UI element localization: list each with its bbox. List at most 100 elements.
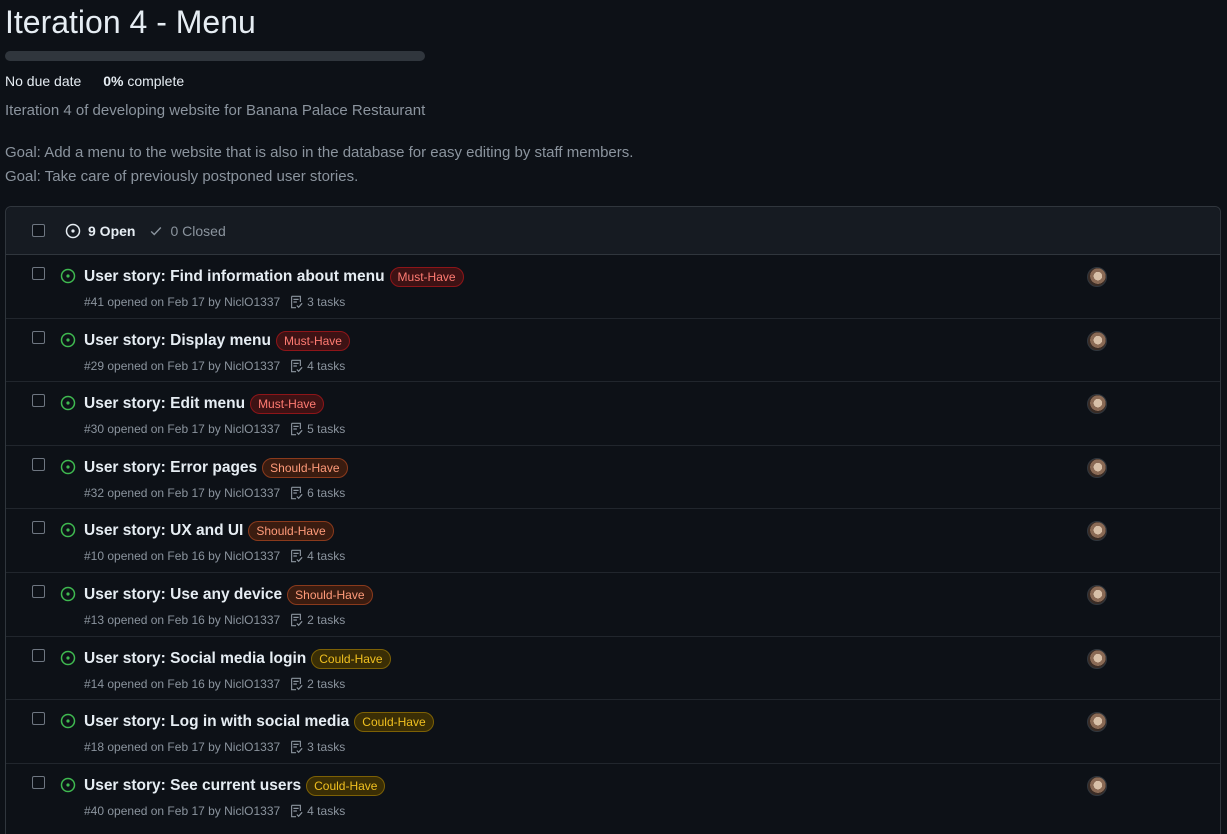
issue-checkbox[interactable] — [32, 457, 45, 471]
issue-label[interactable]: Should-Have — [248, 521, 334, 542]
issue-title-link[interactable]: User story: Error pages — [84, 458, 257, 478]
tasklist-icon — [291, 740, 303, 754]
issue-title-link[interactable]: User story: Social media login — [84, 649, 306, 669]
issue-label[interactable]: Could-Have — [354, 712, 434, 733]
issue-label[interactable]: Could-Have — [311, 648, 391, 669]
due-date: No due date — [5, 73, 82, 89]
select-all-checkbox[interactable] — [32, 224, 45, 237]
assignee-avatar[interactable] — [1087, 521, 1107, 542]
issue-number: #32 — [84, 485, 105, 500]
tasklist-icon — [291, 359, 303, 372]
issue-opened-info: opened on Feb 17 by NiclO1337 — [107, 422, 281, 437]
issue-tasks: 4 tasks — [289, 803, 345, 819]
issue-title-link[interactable]: User story: Edit menu — [84, 394, 245, 414]
issue-task-count: 5 tasks — [307, 422, 346, 437]
issue-checkbox[interactable] — [32, 521, 45, 535]
issue-tasks: 4 tasks — [289, 358, 345, 374]
tasklist-icon — [291, 422, 303, 436]
tasklist-icon — [291, 550, 303, 563]
issue-open-icon — [60, 332, 76, 347]
goal-line: Goal: Take care of previously postponed … — [5, 168, 359, 185]
issue-opened-info: opened on Feb 17 by NiclO1337 — [107, 485, 281, 500]
issue-meta: #41 opened on Feb 17 by NiclO1337 3 task… — [84, 294, 345, 310]
issue-meta: #14 opened on Feb 16 by NiclO1337 2 task… — [84, 676, 345, 692]
issue-meta: #40 opened on Feb 17 by NiclO1337 4 task… — [84, 803, 345, 819]
issue-number: #30 — [84, 422, 105, 437]
percent-complete: 0% — [103, 73, 124, 89]
issue-open-icon — [60, 459, 76, 475]
issue-opened-info: opened on Feb 16 by NiclO1337 — [107, 676, 281, 691]
issue-row: User story: Display menu Must-Have #29 o… — [6, 319, 1220, 383]
issue-open-icon — [60, 650, 76, 665]
issue-number: #14 — [84, 676, 105, 691]
issue-rows: User story: Find information about menu … — [6, 255, 1220, 827]
issue-label[interactable]: Must-Have — [250, 394, 325, 415]
issue-task-count: 2 tasks — [307, 676, 346, 691]
milestone-meta: No due date 0% complete — [5, 72, 184, 90]
tasklist-icon — [291, 295, 303, 309]
assignee-avatar[interactable] — [1087, 394, 1107, 415]
page-title: Iteration 4 - Menu — [5, 4, 256, 40]
issue-opened-info: opened on Feb 17 by NiclO1337 — [107, 358, 281, 373]
issue-opened-info: opened on Feb 17 by NiclO1337 — [107, 803, 281, 818]
assignee-avatar[interactable] — [1087, 712, 1107, 733]
issue-task-count: 3 tasks — [307, 740, 346, 755]
open-count: 9 Open — [88, 222, 136, 239]
issue-list: 9 Open 0 Closed User story: Find informa… — [5, 206, 1221, 834]
issue-checkbox[interactable] — [32, 330, 45, 344]
issue-opened-info: opened on Feb 16 by NiclO1337 — [107, 549, 281, 564]
issue-number: #18 — [84, 740, 105, 755]
issue-tasks: 3 tasks — [289, 294, 345, 310]
issue-label[interactable]: Should-Have — [287, 584, 373, 605]
issue-task-count: 4 tasks — [307, 358, 346, 373]
issue-number: #10 — [84, 549, 105, 564]
issue-open-icon — [60, 268, 76, 284]
issue-tasks: 5 tasks — [289, 421, 345, 437]
assignee-avatar[interactable] — [1087, 584, 1107, 605]
assignee-avatar[interactable] — [1087, 267, 1107, 287]
issue-label[interactable]: Must-Have — [389, 267, 464, 287]
tab-open[interactable]: 9 Open — [65, 223, 135, 239]
issue-title-link[interactable]: User story: Use any device — [84, 585, 282, 605]
issue-checkbox[interactable] — [32, 775, 45, 789]
issue-meta: #30 opened on Feb 17 by NiclO1337 5 task… — [84, 421, 345, 437]
issue-number: #41 — [84, 295, 105, 309]
issue-label[interactable]: Must-Have — [275, 330, 350, 351]
issue-checkbox[interactable] — [32, 648, 45, 662]
issue-title-link[interactable]: User story: See current users — [84, 776, 301, 796]
issue-label[interactable]: Could-Have — [306, 775, 386, 796]
issue-meta: #13 opened on Feb 16 by NiclO1337 2 task… — [84, 612, 345, 628]
issue-checkbox[interactable] — [32, 712, 45, 726]
assignee-avatar[interactable] — [1087, 457, 1107, 478]
issue-tasks: 4 tasks — [289, 548, 345, 564]
issue-task-count: 3 tasks — [307, 295, 346, 309]
assignee-avatar[interactable] — [1087, 648, 1107, 669]
issue-task-count: 2 tasks — [307, 612, 346, 627]
tab-closed[interactable]: 0 Closed — [149, 223, 226, 239]
check-icon — [151, 226, 162, 236]
issue-task-count: 4 tasks — [307, 549, 346, 564]
issue-title-link[interactable]: User story: Display menu — [84, 331, 271, 351]
issue-title-link[interactable]: User story: Log in with social media — [84, 712, 349, 732]
issue-label[interactable]: Should-Have — [262, 457, 348, 478]
milestone-goals: Goal: Add a menu to the website that is … — [5, 141, 633, 189]
assignee-avatar[interactable] — [1087, 775, 1107, 796]
issue-checkbox[interactable] — [32, 584, 45, 598]
issue-row: User story: Error pages Should-Have #32 … — [6, 446, 1220, 510]
issue-title-link[interactable]: User story: Find information about menu — [84, 267, 385, 287]
issue-task-count: 6 tasks — [307, 485, 346, 500]
issue-number: #40 — [84, 803, 105, 818]
issue-opened-info: opened on Feb 16 by NiclO1337 — [107, 612, 281, 627]
issue-checkbox[interactable] — [32, 394, 45, 408]
issue-open-icon — [60, 713, 76, 729]
issue-title-link[interactable]: User story: UX and UI — [84, 521, 243, 541]
issue-number: #13 — [84, 612, 105, 627]
issue-row: User story: Social media login Could-Hav… — [6, 637, 1220, 701]
issue-tasks: 2 tasks — [289, 676, 345, 692]
issue-checkbox[interactable] — [32, 267, 45, 280]
assignee-avatar[interactable] — [1087, 330, 1107, 351]
issue-opened-info: opened on Feb 17 by NiclO1337 — [107, 295, 281, 309]
milestone-page: Iteration 4 - Menu No due date 0% comple… — [0, 0, 1227, 834]
milestone-description: Iteration 4 of developing website for Ba… — [5, 102, 426, 119]
issue-row: User story: Use any device Should-Have #… — [6, 573, 1220, 637]
